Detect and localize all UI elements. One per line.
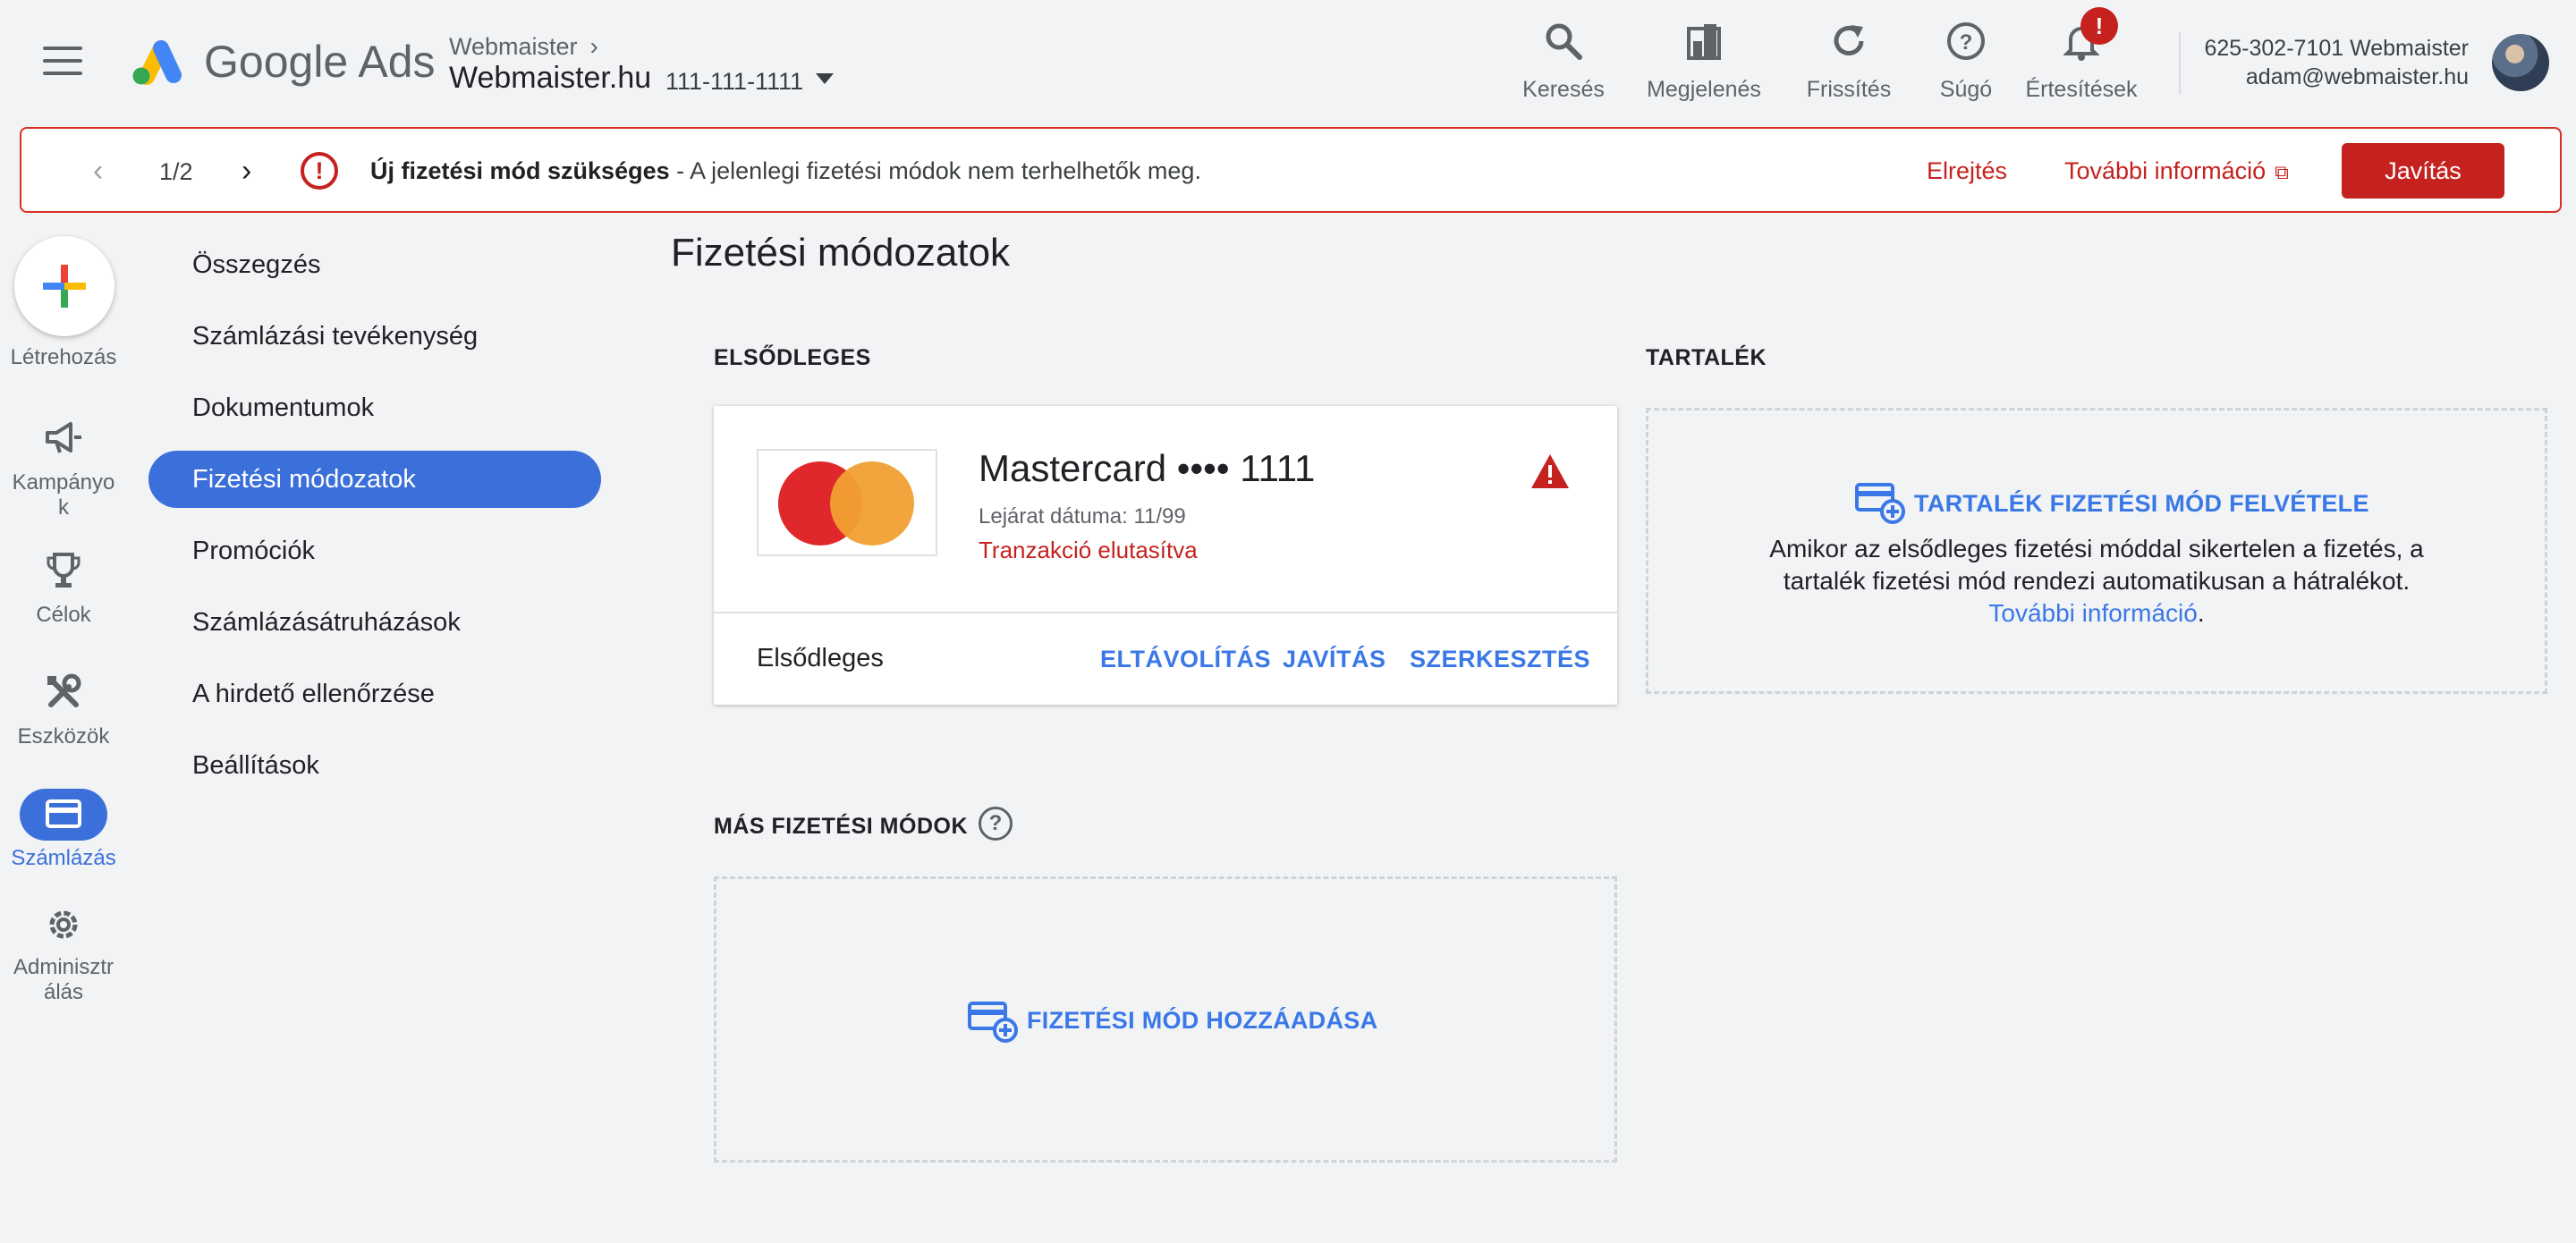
goals-label[interactable]: Célok [1,603,126,628]
parent-account-name: Webmaister [449,33,578,60]
notification-badge: ! [2080,7,2118,45]
search-button[interactable]: Keresés [1521,16,1606,106]
nav-item-billing-transfers[interactable]: Számlázásátruházások [192,608,461,638]
card-divider [714,612,1617,613]
credit-card-icon [36,792,91,835]
more-info-link[interactable]: További információ ⧉ [2064,157,2289,185]
help-button[interactable]: ? Súgó [1937,16,1995,106]
backup-description: Amikor az elsődleges fizetési móddal sik… [1648,533,2546,630]
alert-message: Új fizetési mód szükséges - A jelenlegi … [370,157,1201,185]
admin-label[interactable]: Adminisztr álás [1,955,126,1005]
nav-item-settings[interactable]: Beállítások [192,751,319,781]
refresh-icon [1800,16,1898,66]
campaigns-label[interactable]: Kampányo k [1,470,126,520]
account-id[interactable]: 111-111-1111 [665,68,803,96]
add-payment-method-link[interactable]: FIZETÉSI MÓD HOZZÁADÁSA [1027,1007,1377,1035]
nav-item-billing-activity[interactable]: Számlázási tevékenység [192,322,478,351]
create-label: Létrehozás [10,345,117,369]
product-name: Google Ads [204,37,436,87]
add-card-icon[interactable] [968,1000,1020,1043]
card-title: Mastercard •••• 1111 [979,447,1316,489]
plus-icon [36,258,93,315]
google-ads-logo-icon [129,36,186,88]
card-expiry: Lejárat dátuma: 11/99 [979,504,1186,528]
backup-more-info-link[interactable]: További információ [1988,599,2197,627]
primary-section-label: ELSŐDLEGES [714,345,871,370]
fix-card-button[interactable]: JAVÍTÁS [1283,646,1386,673]
billing-label[interactable]: Számlázás [1,846,126,871]
appearance-label: Megjelenés [1647,77,1761,102]
search-label: Keresés [1522,77,1605,102]
alert-title: Új fizetési mód szükséges [370,157,670,184]
dismiss-link[interactable]: Elrejtés [1927,157,2007,185]
chevron-right-icon[interactable]: › [242,154,251,189]
appearance-button[interactable]: Megjelenés [1642,16,1766,106]
avatar[interactable] [2492,34,2549,91]
edit-button[interactable]: SZERKESZTÉS [1410,646,1590,673]
backup-desc-end: . [2197,599,2205,627]
more-info-label: További információ [2064,157,2267,184]
mastercard-logo-overlap [830,461,914,545]
warning-icon [1530,452,1571,490]
nav-item-advertiser-verification[interactable]: A hirdető ellenőrzése [192,680,435,709]
card-status: Tranzakció elutasítva [979,537,1198,563]
gear-icon[interactable] [36,903,91,946]
help-icon: ? [1937,16,1995,66]
chevron-right-icon: › [589,32,598,60]
tools-icon[interactable] [36,671,91,714]
nav-item-promotions[interactable]: Promóciók [192,537,315,566]
backup-desc-line-1: Amikor az elsődleges fizetési móddal sik… [1769,535,2424,562]
chevron-left-icon[interactable]: ‹ [93,154,103,189]
remove-button[interactable]: ELTÁVOLÍTÁS [1100,646,1271,673]
other-methods-label: MÁS FIZETÉSI MÓDOK [714,814,968,839]
backup-section-label: TARTALÉK [1646,345,1767,370]
add-card-icon[interactable] [1855,481,1907,524]
refresh-label: Frissítés [1806,77,1892,102]
page-title: Fizetési módozatok [671,231,1011,275]
menu-icon[interactable] [43,47,82,79]
fix-button[interactable]: Javítás [2342,143,2504,199]
user-email[interactable]: adam@webmaister.hu [2246,64,2469,90]
user-account-line[interactable]: 625-302-7101 Webmaister [2204,36,2469,62]
refresh-button[interactable]: Frissítés [1800,16,1898,106]
tools-label[interactable]: Eszközök [1,724,126,749]
megaphone-icon[interactable] [36,417,91,460]
trophy-icon[interactable] [36,549,91,592]
header-divider [2179,32,2181,95]
account-dropdown-icon[interactable] [816,73,834,84]
search-icon [1521,16,1606,66]
alert-counter: 1/2 [159,158,193,185]
help-label: Súgó [1939,77,1993,102]
account-breadcrumb[interactable]: Webmaister › [449,32,598,61]
nav-item-documents[interactable]: Dokumentumok [192,393,374,423]
backup-desc-line-2: tartalék fizetési mód rendezi automatiku… [1783,567,2411,595]
nav-item-summary[interactable]: Összegzés [192,250,320,280]
alert-detail: - A jelenlegi fizetési módok nem terhelh… [669,157,1201,184]
appearance-icon [1642,16,1766,66]
notifications-label: Értesítések [2025,77,2138,102]
help-icon[interactable]: ? [979,807,1013,841]
error-icon: ! [301,152,338,190]
card-role: Elsődleges [757,644,884,672]
account-name[interactable]: Webmaister.hu [449,61,651,96]
svg-text:?: ? [1960,30,1973,55]
external-link-icon: ⧉ [2275,161,2289,183]
add-backup-payment-link[interactable]: TARTALÉK FIZETÉSI MÓD FELVÉTELE [1914,490,2369,518]
nav-item-payment-methods[interactable]: Fizetési módozatok [192,465,416,495]
